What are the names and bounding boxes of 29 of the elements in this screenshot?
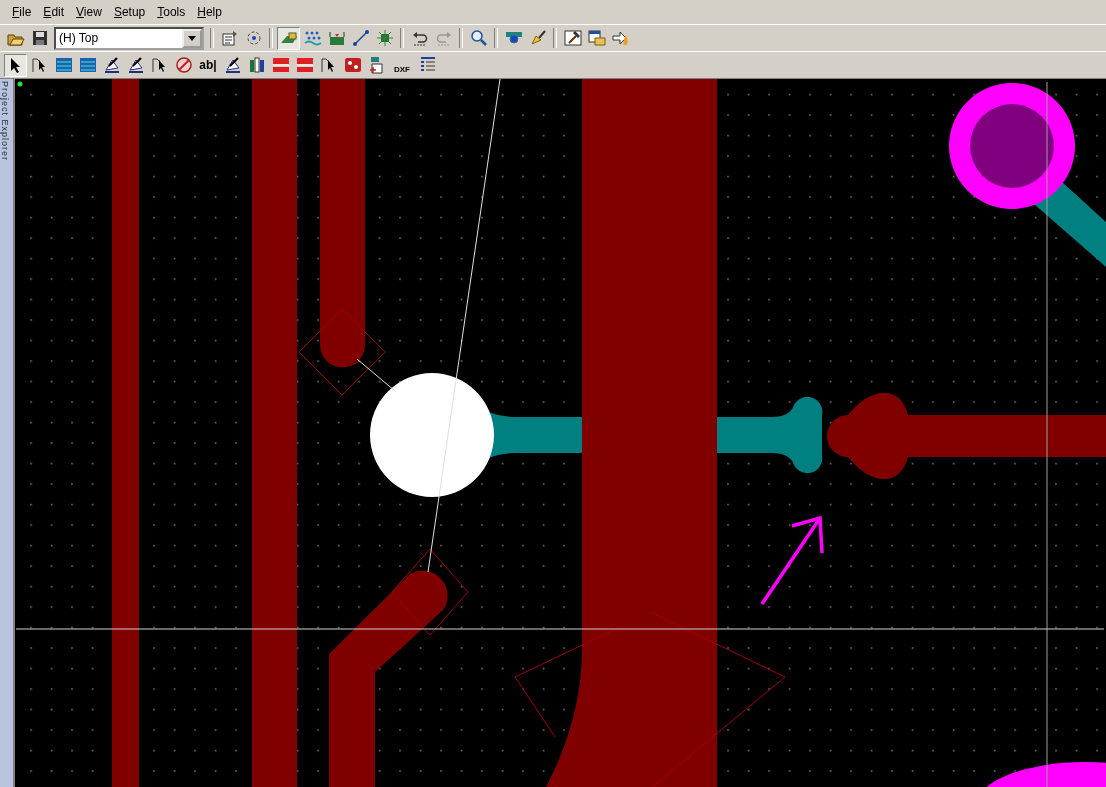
menu-item[interactable]: Tools	[151, 5, 192, 19]
books-icon	[247, 56, 266, 74]
redo-icon	[434, 29, 453, 47]
brush-icon	[528, 29, 547, 47]
layers-icon	[78, 56, 97, 74]
menu-item[interactable]: Setup	[107, 5, 152, 19]
zoom-icon	[469, 29, 488, 47]
menu-item[interactable]: View	[70, 5, 108, 19]
menu-item[interactable]: Edit	[37, 5, 71, 19]
folder-icon	[587, 29, 606, 47]
menu-item[interactable]: File	[6, 5, 38, 19]
save-icon	[30, 29, 49, 47]
pen-icon	[223, 56, 242, 74]
text-button[interactable]: ab|	[196, 53, 220, 77]
pen-icon	[126, 56, 145, 74]
layers-icon	[54, 56, 73, 74]
list-icon	[418, 56, 437, 74]
dropdown-arrow-icon	[188, 35, 196, 41]
props-icon	[220, 29, 239, 47]
select-button[interactable]	[4, 53, 27, 77]
line-icon	[351, 29, 370, 47]
dxf-button[interactable]: DXF	[389, 53, 415, 77]
menu-item[interactable]: Help	[191, 5, 228, 19]
project-explorer-tab[interactable]: Project Explorer	[0, 79, 10, 162]
route-button[interactable]	[277, 26, 300, 50]
hammer-icon	[563, 29, 582, 47]
pen-icon	[102, 56, 121, 74]
origin-marker	[17, 81, 23, 87]
layer-dropdown[interactable]: (H) Top	[54, 26, 204, 50]
